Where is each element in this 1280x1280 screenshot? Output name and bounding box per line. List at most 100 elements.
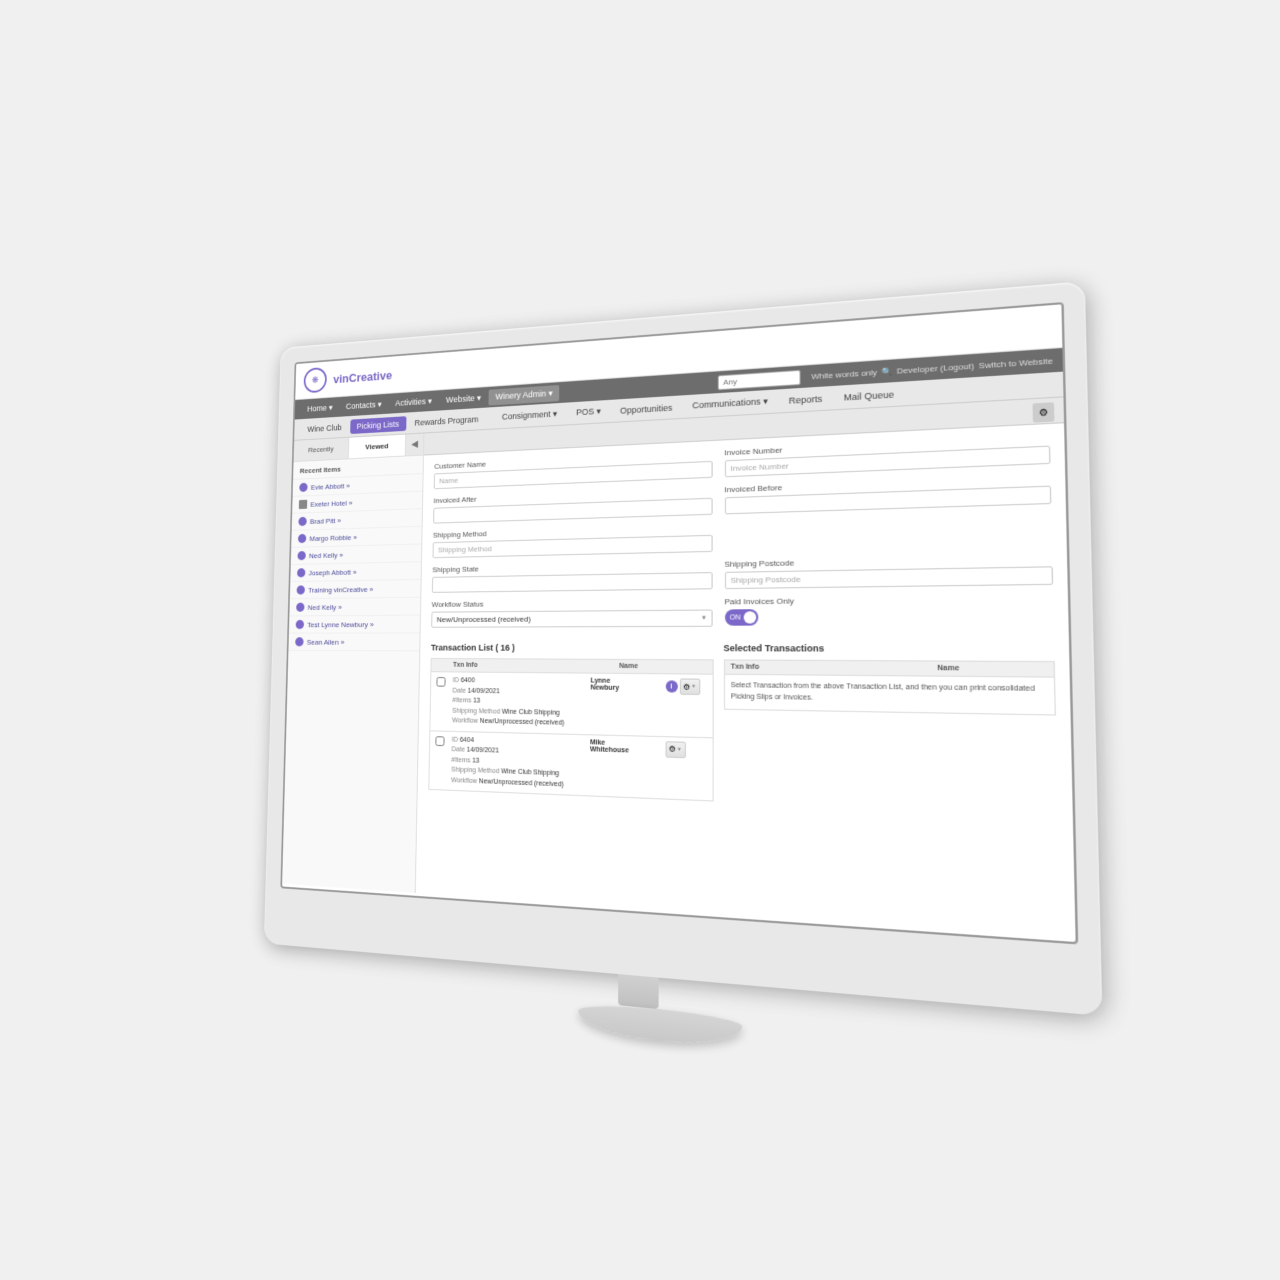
sidebar-tab-recently[interactable]: Recently (294, 438, 350, 462)
shipping-state-input[interactable]: QLD (432, 572, 712, 593)
sidebar-item-label: Ned Kelly » (309, 551, 343, 560)
title-accent: Creative (349, 368, 392, 385)
txn-checkbox-1[interactable] (436, 676, 449, 689)
monitor: ❋ vinCreative Home ▾ Contacts ▾ Activiti… (264, 281, 1103, 1016)
form-group-paid-invoices: Paid Invoices Only ON (724, 594, 1054, 627)
person-icon (297, 568, 305, 577)
logo: ❋ (304, 367, 327, 393)
txn-actions-1: i ⚙ (665, 678, 706, 695)
subnav-rewards-program[interactable]: Rewards Program (408, 411, 486, 430)
selected-col-name: Name (937, 665, 1046, 673)
info-btn-1[interactable]: i (665, 680, 677, 692)
gear-action-btn-2[interactable]: ⚙ (665, 741, 685, 758)
nav-winery-admin[interactable]: Winery Admin ▾ (489, 385, 559, 406)
sidebar-item-label: Ned Kelly » (308, 603, 342, 612)
txn-id-1: 6400 (461, 677, 475, 684)
sidebar-tab-viewed[interactable]: Viewed (349, 434, 406, 458)
person-icon (297, 585, 305, 594)
workflow-status-select-wrapper: New/Unprocessed (received) (431, 610, 712, 628)
txn-name-cell-1: Lynne Newbury (590, 678, 661, 693)
person-icon (296, 603, 304, 612)
date-label-1: Date (452, 687, 465, 694)
whitelist-label: White words only (811, 367, 877, 380)
nav-search-input[interactable] (718, 369, 801, 389)
shipping-label-2: Shipping Method (451, 767, 499, 776)
form-group-customer-name: Customer Name (434, 449, 712, 489)
sidebar-item-test-lynne[interactable]: Test Lynne Newbury » (289, 616, 420, 634)
sidebar-item-sean-allen[interactable]: Sean Allen » (288, 633, 419, 651)
subnav-communications[interactable]: Communications ▾ (684, 393, 776, 415)
workflow-status-select[interactable]: New/Unprocessed (received) (431, 610, 712, 628)
subnav-wine-club[interactable]: Wine Club (301, 419, 349, 436)
form-group-shipping-postcode: Shipping Postcode (724, 553, 1053, 589)
transaction-section: Transaction List ( 16 ) Txn Info Name (417, 643, 1073, 830)
subnav-reports[interactable]: Reports (780, 390, 830, 409)
selected-txn-description: Select Transaction from the above Transa… (731, 681, 1047, 708)
toggle-on-label: ON (730, 614, 741, 621)
sidebar-collapse-btn[interactable]: ◀ (406, 433, 424, 455)
person-icon (298, 517, 306, 526)
sidebar-item-joseph-abbott[interactable]: Joseph Abbott » (290, 562, 421, 582)
gear-action-btn-1[interactable]: ⚙ (679, 678, 699, 695)
nav-home[interactable]: Home ▾ (301, 399, 338, 417)
workflow-status-label: Workflow Status (432, 597, 713, 608)
person-icon (297, 551, 305, 560)
nav-search-area (718, 369, 801, 389)
selected-transactions-title: Selected Transactions (723, 643, 1054, 654)
selected-txn-desc: Select Transaction from the above Transa… (723, 674, 1055, 716)
paid-invoices-toggle[interactable]: ON (724, 609, 757, 626)
txn-info-cell-2: ID 6404 Date 14/09/2021 #I (451, 735, 586, 791)
sidebar-item-training-vincreative[interactable]: Training vinCreative » (290, 580, 421, 599)
nav-activities[interactable]: Activities ▾ (389, 393, 438, 412)
txn-workflow-row-1: Workflow New/Unprocessed (received) (452, 716, 586, 729)
txn-checkbox-input-1[interactable] (436, 677, 445, 687)
txn-checkbox-2[interactable] (435, 735, 448, 748)
form-area: Customer Name Invoice Number Invoi (420, 423, 1069, 643)
date-label-2: Date (451, 746, 465, 753)
form-group-invoice-number: Invoice Number (724, 433, 1050, 478)
subnav-opportunities[interactable]: Opportunities (612, 399, 680, 419)
main-layout: Recently Viewed ◀ Recent Items Evie Abbo… (282, 397, 1075, 938)
paid-invoices-label: Paid Invoices Only (724, 594, 1053, 607)
person-icon (295, 637, 303, 646)
form-row-shipping-state: Shipping State QLD Shipping Postcode (432, 553, 1053, 593)
sidebar-item-label: Evie Abbott » (311, 481, 350, 491)
table-row: ID 6400 Date 14/09/2021 #I (429, 671, 713, 737)
sidebar-item-label: Joseph Abbott » (309, 568, 357, 577)
app-title: vinCreative (333, 368, 392, 386)
sidebar-item-label: Margo Robbie » (309, 533, 357, 543)
form-group-shipping-method: Shipping Method (433, 523, 713, 558)
search-icon[interactable]: 🔍 (881, 366, 892, 376)
subnav-pos[interactable]: POS ▾ (568, 403, 608, 422)
nav-website[interactable]: Website ▾ (440, 389, 488, 408)
shipping-postcode-input[interactable] (724, 566, 1053, 589)
switch-label[interactable]: Switch to Website (979, 356, 1054, 370)
id-label-2: ID (452, 736, 458, 743)
txn-name-cell-2: Mike Whitehouse (590, 739, 661, 755)
form-group-invoiced-after: Invoiced After 04/05/2021 (433, 486, 712, 524)
stand-base (578, 1001, 742, 1049)
form-group-shipping-state: Shipping State QLD (432, 560, 712, 593)
workflow-label-2: Workflow (451, 777, 477, 785)
table-row: ID 6404 Date 14/09/2021 #I (428, 730, 713, 802)
hotel-icon (299, 500, 307, 509)
transaction-layout: Transaction List ( 16 ) Txn Info Name (428, 643, 1058, 816)
subnav-mail-queue[interactable]: Mail Queue (835, 385, 903, 405)
items-label-1: #Items (452, 697, 471, 704)
screen: ❋ vinCreative Home ▾ Contacts ▾ Activiti… (280, 302, 1078, 944)
txn-col-name-header: Name (619, 663, 706, 671)
user-label[interactable]: Developer (Logout) (897, 361, 974, 375)
form-row-workflow: Workflow Status New/Unprocessed (receive… (431, 594, 1054, 628)
sidebar-item-ned-kelly-2[interactable]: Ned Kelly » (289, 598, 420, 617)
workflow-label-1: Workflow (452, 717, 478, 724)
toolbar-gear-btn[interactable]: ⚙ (1033, 402, 1055, 422)
monitor-stand (578, 971, 700, 1056)
sidebar-item-label: Training vinCreative » (308, 585, 373, 594)
subnav-picking-lists[interactable]: Picking Lists (350, 416, 406, 434)
txn-col-info-header: Txn Info (453, 662, 615, 670)
subnav-consignment[interactable]: Consignment ▾ (495, 406, 565, 426)
logo-icon: ❋ (312, 375, 319, 385)
toggle-wrapper: ON (724, 607, 1053, 626)
nav-contacts[interactable]: Contacts ▾ (340, 396, 388, 414)
txn-checkbox-input-2[interactable] (435, 736, 444, 746)
